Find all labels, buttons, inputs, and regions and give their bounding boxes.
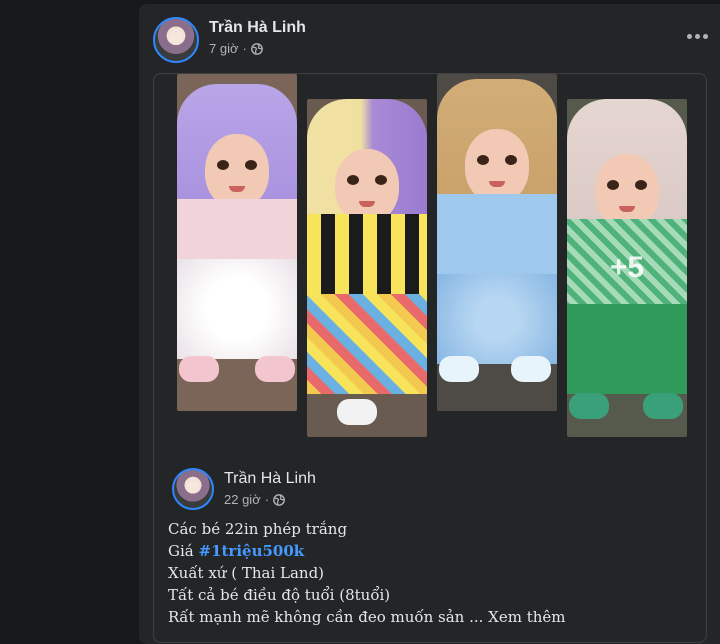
caption-line-2: Giá #1triệu500k [168, 540, 688, 562]
shared-author-avatar[interactable] [172, 468, 214, 510]
post-time[interactable]: 7 giờ [209, 41, 239, 56]
price-label: Giá [168, 542, 199, 560]
doll-photo-1[interactable] [177, 74, 297, 411]
shared-post-time[interactable]: 22 giờ [224, 492, 261, 507]
doll-photo-2[interactable] [307, 99, 427, 437]
post-caption: Các bé 22in phép trắng Giá #1triệu500k X… [168, 518, 688, 628]
doll-photo-4[interactable]: +5 [567, 99, 687, 437]
caption-line-1: Các bé 22in phép trắng [168, 520, 348, 538]
more-photos-overlay[interactable]: +5 [567, 99, 687, 437]
shared-post[interactable]: +5 Trần Hà Linh 22 giờ · Các bé 22in phé… [153, 73, 707, 643]
more-options-icon[interactable] [683, 26, 711, 46]
doll-photo-3[interactable] [437, 74, 557, 411]
caption-truncated-text: Rất mạnh mẽ không cần đeo muốn sản ... [168, 608, 484, 626]
caption-line-5: Rất mạnh mẽ không cần đeo muốn sản ... X… [168, 606, 688, 628]
caption-line-3: Xuất xứ ( Thai Land) [168, 564, 325, 582]
author-name[interactable]: Trần Hà Linh [209, 19, 306, 37]
see-more-link[interactable]: Xem thêm [488, 608, 565, 626]
meta-separator: · [242, 41, 247, 56]
meta-separator: · [264, 492, 270, 507]
post-meta: 7 giờ · [209, 41, 263, 56]
globe-icon[interactable] [250, 42, 263, 55]
shared-author-name[interactable]: Trần Hà Linh [224, 470, 316, 488]
caption-line-4: Tất cả bé điều độ tuổi (8tuổi) [168, 586, 391, 604]
post-card: Trần Hà Linh 7 giờ · +5 Trần Hà Linh 22 … [139, 4, 720, 644]
shared-post-meta: 22 giờ · [224, 492, 285, 507]
price-hashtag[interactable]: #1triệu500k [199, 542, 305, 560]
left-gutter [0, 0, 139, 637]
globe-icon[interactable] [273, 493, 285, 506]
author-avatar[interactable] [153, 17, 199, 63]
